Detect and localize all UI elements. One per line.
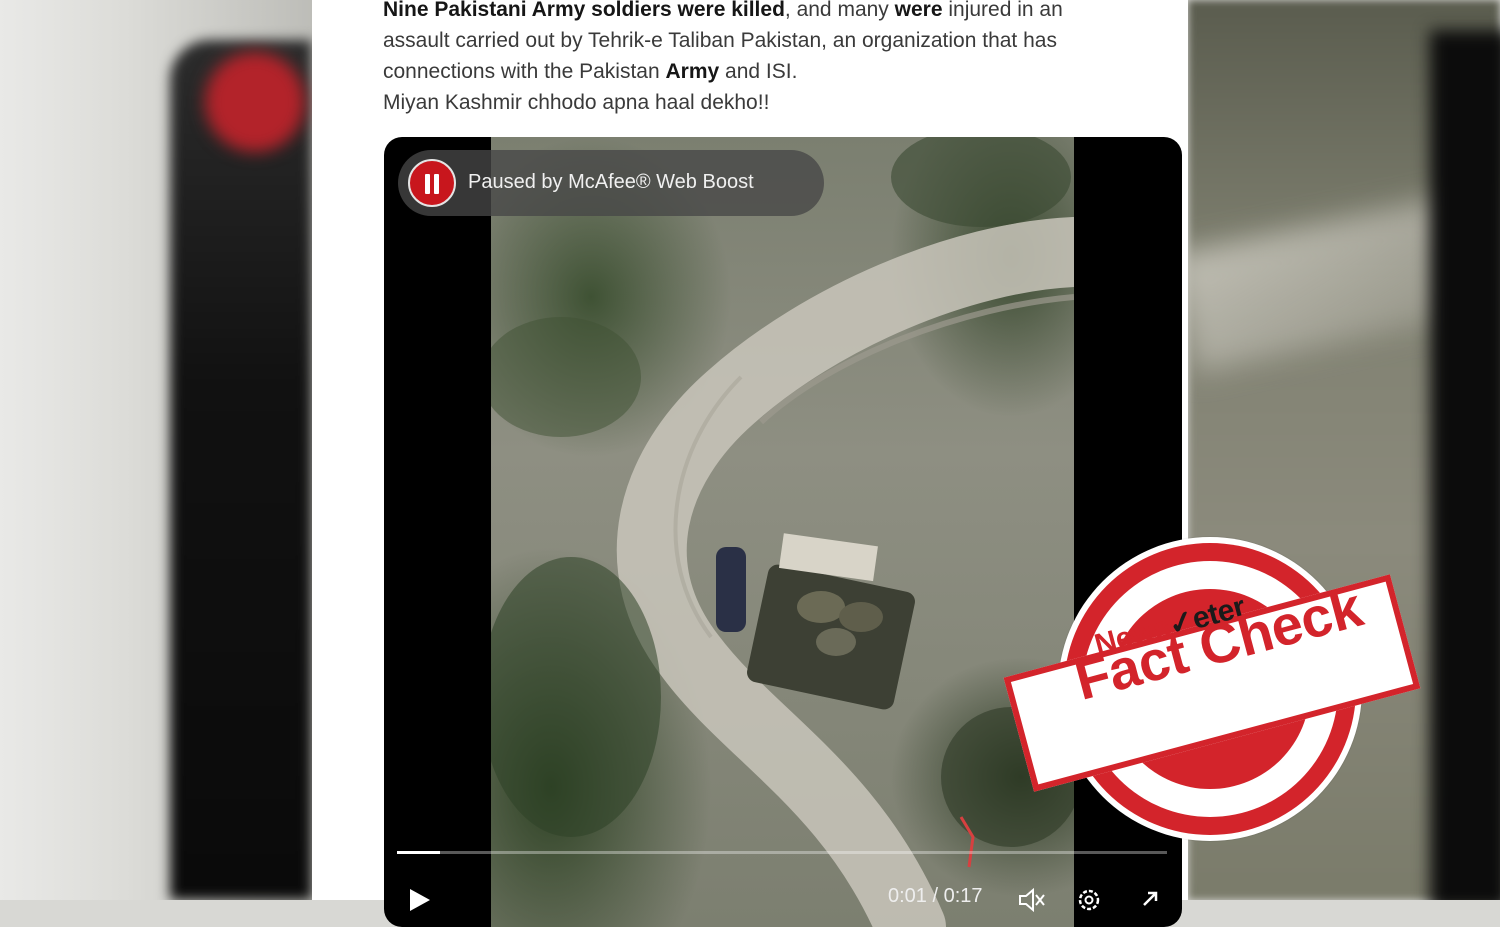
video-progress-fill bbox=[397, 851, 441, 854]
tweet-text: Nine Pakistani Army soldiers were killed… bbox=[383, 0, 1183, 118]
tweet-text-span: and ISI. bbox=[719, 60, 798, 83]
tweet-line-3: connections with the Pakistan Army and I… bbox=[383, 56, 1183, 87]
pause-bar-right bbox=[434, 174, 439, 194]
video-player[interactable]: Paused by McAfee® Web Boost 0:01 / 0:17 bbox=[384, 137, 1182, 927]
video-progress-bar[interactable] bbox=[397, 851, 1167, 854]
tweet-text-span: , and many bbox=[784, 0, 895, 21]
background-red-blur bbox=[205, 52, 305, 152]
paused-label: Paused by McAfee® Web Boost bbox=[468, 171, 754, 193]
tweet-bold-text: Army bbox=[665, 60, 720, 83]
pause-bar-left bbox=[425, 174, 430, 194]
tweet-text-span: injured in an bbox=[942, 0, 1063, 21]
gear-icon[interactable] bbox=[1074, 885, 1104, 915]
expand-icon[interactable] bbox=[1134, 885, 1164, 915]
video-time: 0:01 / 0:17 bbox=[888, 885, 983, 907]
road-scene bbox=[481, 137, 1109, 927]
tweet-line-4: Miyan Kashmir chhodo apna haal dekho!! bbox=[383, 91, 770, 114]
tweet-line-1: Nine Pakistani Army soldiers were killed… bbox=[383, 0, 1183, 25]
play-icon[interactable] bbox=[404, 885, 434, 915]
tweet-bold-text: were bbox=[894, 0, 943, 21]
tweet-text-span: connections with the Pakistan bbox=[383, 60, 666, 83]
background-left-panel bbox=[170, 40, 312, 900]
video-footage bbox=[481, 137, 1109, 927]
tweet-line-2: assault carried out by Tehrik-e Taliban … bbox=[383, 29, 1057, 52]
mute-icon[interactable] bbox=[1016, 885, 1046, 915]
background-right-edge bbox=[1430, 30, 1500, 900]
pause-icon[interactable] bbox=[408, 159, 456, 207]
tweet-bold-text: Nine Pakistani Army soldiers were killed bbox=[383, 0, 785, 21]
mcafee-paused-banner[interactable]: Paused by McAfee® Web Boost bbox=[398, 150, 824, 216]
